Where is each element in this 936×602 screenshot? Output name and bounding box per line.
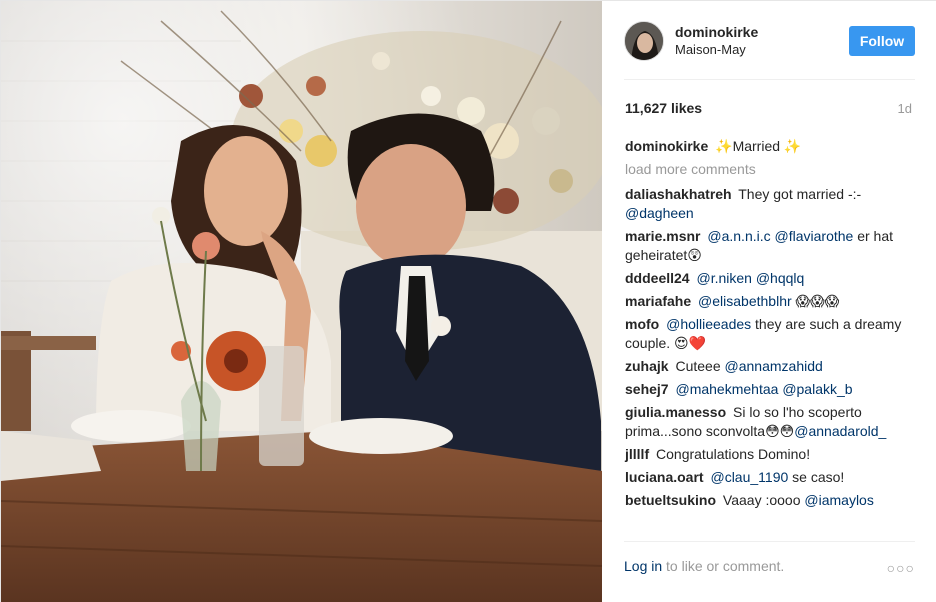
comment-text: Vaaay :oooo	[722, 492, 805, 508]
comments-list: dominokirke ✨Married ✨ load more comment…	[625, 137, 915, 514]
comment-username[interactable]: luciana.oart	[625, 469, 704, 485]
comment-text: 😱😱😱	[791, 293, 840, 309]
login-prompt-text: to like or comment.	[662, 558, 785, 574]
likes-count[interactable]: 11,627 likes	[625, 100, 702, 116]
comment-row: jllllf Congratulations Domino!	[625, 445, 915, 464]
comment-mention[interactable]: @hollieeades	[666, 316, 751, 332]
comment-mention[interactable]: @a.n.n.i.c	[707, 228, 770, 244]
comment-row: zuhajk Cuteee @annamzahidd	[625, 357, 915, 376]
post-photo[interactable]	[1, 1, 602, 602]
comment-username[interactable]: zuhajk	[625, 358, 669, 374]
divider	[624, 79, 915, 80]
more-options-icon[interactable]: ○○○	[887, 560, 915, 576]
divider	[624, 541, 915, 542]
post-footer: Log in to like or comment. ○○○	[624, 558, 915, 578]
comment-mention[interactable]: @iamaylos	[804, 492, 873, 508]
comment-username[interactable]: jllllf	[625, 446, 649, 462]
comment-mention[interactable]: @flaviarothe	[775, 228, 854, 244]
comment-mention[interactable]: @hqqlq	[756, 270, 804, 286]
comment-row: marie.msnr @a.n.n.i.c @flaviarothe er ha…	[625, 227, 915, 265]
post-time[interactable]: 1d	[898, 101, 912, 116]
comment-text: They got married -:-	[738, 186, 862, 202]
post-header: dominokirke Maison-May Follow	[624, 21, 915, 61]
comment-text: Cuteee	[675, 358, 725, 374]
caption-text: ✨Married ✨	[715, 138, 802, 154]
comment-mention[interactable]: @elisabethblhr	[698, 293, 792, 309]
comment-username[interactable]: sehej7	[625, 381, 669, 397]
comment-username[interactable]: betueltsukino	[625, 492, 716, 508]
caption: dominokirke ✨Married ✨	[625, 137, 915, 156]
comment-text: se caso!	[788, 469, 845, 485]
comment-username[interactable]: mariafahe	[625, 293, 691, 309]
comment-text: Congratulations Domino!	[656, 446, 811, 462]
comment-rows: daliashakhatreh They got married -:- @da…	[625, 185, 915, 510]
header-location[interactable]: Maison-May	[675, 42, 746, 57]
post-image	[1, 1, 602, 602]
caption-username[interactable]: dominokirke	[625, 138, 708, 154]
comment-username[interactable]: dddeell24	[625, 270, 690, 286]
comment-username[interactable]: marie.msnr	[625, 228, 700, 244]
comment-row: daliashakhatreh They got married -:- @da…	[625, 185, 915, 223]
login-link[interactable]: Log in	[624, 558, 662, 574]
header-username[interactable]: dominokirke	[675, 24, 758, 40]
comment-mention[interactable]: @clau_1190	[710, 469, 788, 485]
comment-row: mofo @hollieeades they are such a dreamy…	[625, 315, 915, 353]
comment-mention[interactable]: @annamzahidd	[725, 358, 823, 374]
comment-row: mariafahe @elisabethblhr 😱😱😱	[625, 292, 915, 311]
comment-row: luciana.oart @clau_1190 se caso!	[625, 468, 915, 487]
comment-username[interactable]: mofo	[625, 316, 659, 332]
comment-row: dddeell24 @r.niken @hqqlq	[625, 269, 915, 288]
follow-button[interactable]: Follow	[849, 26, 915, 56]
comment-mention[interactable]: @mahekmehtaa	[675, 381, 778, 397]
comment-mention[interactable]: @palakk_b	[782, 381, 852, 397]
comment-row: betueltsukino Vaaay :oooo @iamaylos	[625, 491, 915, 510]
load-more-comments[interactable]: load more comments	[625, 160, 915, 179]
avatar-image	[625, 22, 663, 60]
comment-username[interactable]: giulia.manesso	[625, 404, 726, 420]
comment-mention[interactable]: @annadarold_	[794, 423, 886, 439]
comment-mention[interactable]: @r.niken	[696, 270, 751, 286]
comment-row: giulia.manesso Si lo so l'ho scoperto pr…	[625, 403, 915, 441]
post-sidebar: dominokirke Maison-May Follow 11,627 lik…	[602, 1, 936, 602]
comment-username[interactable]: daliashakhatreh	[625, 186, 732, 202]
instagram-post: dominokirke Maison-May Follow 11,627 lik…	[0, 0, 936, 602]
avatar[interactable]	[624, 21, 664, 61]
comment-row: sehej7 @mahekmehtaa @palakk_b	[625, 380, 915, 399]
comment-mention[interactable]: @dagheen	[625, 205, 694, 221]
